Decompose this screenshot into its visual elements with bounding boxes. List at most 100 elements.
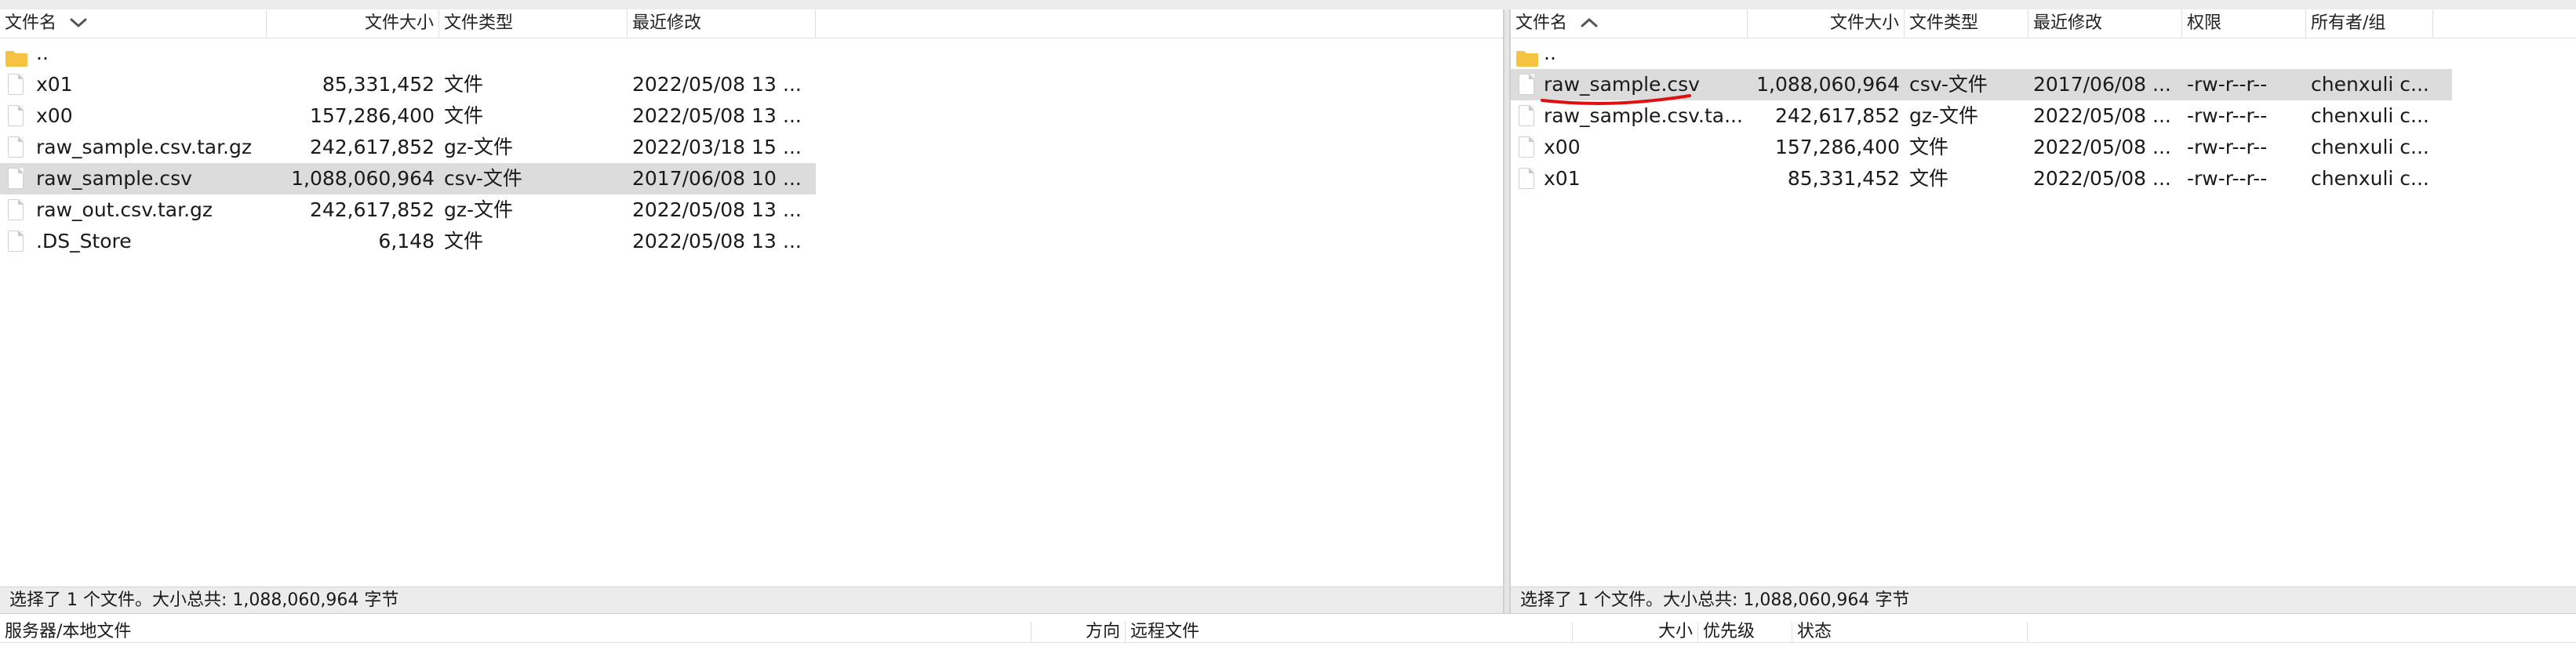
local-file-row[interactable]: .DS_Store 6,148 文件 2022/05/08 13...: [0, 226, 816, 257]
folder-icon: [1515, 45, 1539, 67]
file-icon: [8, 136, 24, 158]
remote-cell-owner: chenxuli c...: [2311, 104, 2429, 127]
remote-cell-size: 85,331,452: [1787, 167, 1900, 190]
queue-column-header: 服务器/本地文件 方向 远程文件 大小 优先级 状态: [0, 622, 2576, 643]
local-cell-name: x01: [36, 73, 73, 96]
remote-col-name-label: 文件名: [1515, 13, 1568, 33]
local-cell-name: x00: [36, 104, 73, 127]
remote-cell-owner: [2306, 38, 2433, 69]
file-icon: [8, 168, 24, 189]
remote-col-size[interactable]: 文件大小: [1748, 9, 1905, 38]
remote-col-type[interactable]: 文件类型: [1905, 9, 2028, 38]
remote-cell-owner: chenxuli c...: [2311, 167, 2429, 190]
queue-col-priority[interactable]: 优先级: [1698, 622, 1792, 642]
remote-col-owner[interactable]: 所有者/组: [2306, 9, 2433, 38]
remote-cell-name: x01: [1544, 167, 1581, 190]
local-cell-type: 文件: [444, 104, 484, 127]
remote-cell-name: raw_sample.csv.ta...: [1544, 104, 1743, 127]
local-cell-more: ...: [783, 230, 802, 252]
remote-file-row[interactable]: x01 85,331,452 文件 2022/05/08... -rw-r--r-- ch…: [1511, 163, 2452, 194]
remote-col-name[interactable]: 文件名: [1511, 9, 1748, 38]
remote-col-permissions[interactable]: 权限: [2182, 9, 2306, 38]
remote-cell-more: ...: [2152, 136, 2171, 158]
local-file-row[interactable]: raw_out.csv.tar.gz 242,617,852 gz-文件 2022/0…: [0, 194, 816, 226]
local-cell-size: [267, 38, 439, 69]
local-cell-size: 85,331,452: [322, 73, 435, 96]
local-col-type[interactable]: 文件类型: [439, 9, 628, 38]
remote-cell-type: 文件: [1909, 167, 1949, 190]
remote-cell-more: ...: [2152, 73, 2171, 96]
local-cell-more: ...: [783, 104, 802, 127]
local-cell-type: gz-文件: [444, 198, 514, 221]
local-col-name[interactable]: 文件名: [0, 9, 267, 38]
remote-cell-modified: 2022/05/08: [2033, 136, 2146, 158]
file-icon: [1519, 136, 1534, 158]
file-icon: [8, 231, 24, 252]
local-file-pane: 文件名 文件大小 文件类型 最近修改 .. x01 85,331,452 文件 2022…: [0, 9, 1504, 613]
local-cell-more: ...: [783, 167, 802, 190]
queue-col-remote[interactable]: 远程文件: [1126, 622, 1573, 642]
remote-cell-size: [1748, 38, 1905, 69]
local-cell-size: 242,617,852: [309, 136, 435, 158]
local-cell-more: ...: [783, 198, 802, 221]
remote-file-row[interactable]: ..: [1511, 38, 2452, 69]
remote-cell-more: ...: [2152, 167, 2171, 190]
remote-cell-permissions: -rw-r--r--: [2187, 104, 2268, 127]
local-status-text: 选择了 1 个文件。大小总共: 1,088,060,964 字节: [9, 590, 399, 610]
queue-col-server[interactable]: 服务器/本地文件: [0, 622, 1031, 642]
remote-cell-size: 242,617,852: [1774, 104, 1900, 127]
remote-col-modified[interactable]: 最近修改: [2028, 9, 2182, 38]
file-icon: [8, 105, 24, 126]
remote-status-text: 选择了 1 个文件。大小总共: 1,088,060,964 字节: [1520, 590, 1910, 610]
local-file-row[interactable]: x00 157,286,400 文件 2022/05/08 13...: [0, 100, 816, 132]
local-cell-size: 6,148: [378, 230, 435, 252]
remote-cell-permissions: -rw-r--r--: [2187, 73, 2268, 96]
remote-cell-size: 157,286,400: [1774, 136, 1900, 158]
file-icon: [1519, 168, 1534, 189]
local-file-row[interactable]: raw_sample.csv.tar.gz 242,617,852 gz-文件 202…: [0, 132, 816, 163]
remote-cell-type: csv-文件: [1909, 73, 1988, 96]
file-icon: [1519, 105, 1534, 126]
local-file-row[interactable]: raw_sample.csv 1,088,060,964 csv-文件 2017/06…: [0, 163, 816, 194]
local-cell-name: raw_sample.csv: [36, 167, 192, 190]
remote-cell-more: ...: [2152, 104, 2171, 127]
local-cell-modified: 2022/05/08 13: [632, 73, 777, 96]
queue-col-size[interactable]: 大小: [1573, 622, 1698, 642]
local-column-header: 文件名 文件大小 文件类型 最近修改: [0, 9, 1503, 38]
remote-file-row[interactable]: raw_sample.csv.ta... 242,617,852 gz-文件 2022…: [1511, 100, 2452, 132]
remote-cell-type: gz-文件: [1909, 104, 1979, 127]
remote-file-row[interactable]: x00 157,286,400 文件 2022/05/08... -rw-r--r-- c…: [1511, 132, 2452, 163]
remote-cell-type: [1905, 38, 2028, 69]
local-cell-name: ..: [36, 42, 49, 64]
remote-cell-size: 1,088,060,964: [1756, 73, 1900, 96]
remote-cell-permissions: -rw-r--r--: [2187, 136, 2268, 158]
remote-cell-modified: 2017/06/08: [2033, 73, 2146, 96]
file-icon: [1519, 74, 1534, 95]
remote-file-pane: 文件名 文件大小 文件类型 最近修改 权限 所有者/组 .. raw_sample…: [1509, 9, 2576, 613]
local-file-row[interactable]: x01 85,331,452 文件 2022/05/08 13...: [0, 69, 816, 100]
local-cell-modified: 2022/05/08 13: [632, 198, 777, 221]
local-cell-name: raw_sample.csv.tar.gz: [36, 136, 252, 158]
local-col-size[interactable]: 文件大小: [267, 9, 439, 38]
local-cell-name: raw_out.csv.tar.gz: [36, 198, 213, 221]
remote-cell-type: 文件: [1909, 136, 1949, 158]
queue-col-direction[interactable]: 方向: [1031, 622, 1126, 642]
remote-cell-permissions: -rw-r--r--: [2187, 167, 2268, 190]
local-cell-modified: 2017/06/08 10: [632, 167, 777, 190]
local-cell-more: ...: [783, 136, 802, 158]
local-file-row[interactable]: ..: [0, 38, 816, 69]
local-cell-type: csv-文件: [444, 167, 522, 190]
queue-col-status[interactable]: 状态: [1792, 622, 2028, 642]
remote-file-row[interactable]: raw_sample.csv 1,088,060,964 csv-文件 2017/06…: [1511, 69, 2452, 100]
file-icon: [8, 74, 24, 95]
remote-cell-owner: chenxuli c...: [2311, 73, 2429, 96]
local-cell-type: 文件: [444, 73, 484, 96]
sort-descending-icon[interactable]: [70, 9, 87, 38]
local-cell-modified: 2022/05/08 13: [632, 104, 777, 127]
file-icon: [8, 199, 24, 220]
remote-cell-owner: chenxuli c...: [2311, 136, 2429, 158]
sort-ascending-icon[interactable]: [1581, 9, 1598, 38]
remote-column-header: 文件名 文件大小 文件类型 最近修改 权限 所有者/组: [1511, 9, 2576, 38]
local-col-modified[interactable]: 最近修改: [628, 9, 816, 38]
remote-status-bar: 选择了 1 个文件。大小总共: 1,088,060,964 字节: [1511, 587, 2576, 613]
